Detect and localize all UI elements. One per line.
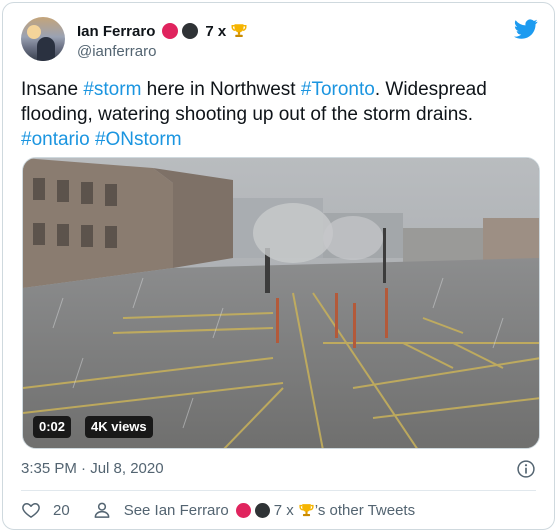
hashtag-toronto-link[interactable]: #Toronto [301,79,375,100]
avatar-person [37,37,55,61]
author-handle[interactable]: @ianferraro [77,43,156,60]
tweet-actions: 20 See Ian Ferraro 7 x ’s other Tweets [21,499,415,521]
tweet-text-segment: Insane [21,79,84,100]
like-count[interactable]: 20 [53,502,70,519]
video-player[interactable]: 0:02 4K views [22,157,540,449]
tweet-timestamp[interactable]: 3:35 PM · Jul 8, 2020 [21,460,164,477]
tweet-text-segment: here in Northwest [141,79,301,100]
twitter-bird-icon[interactable] [514,17,538,41]
trophy-icon [299,503,314,516]
hashtag-ontario-link[interactable]: #ontario [21,129,90,150]
person-icon [94,502,110,518]
avatar[interactable] [21,17,65,61]
hashtag-storm-link[interactable]: #storm [83,79,141,100]
embedded-tweet-card: Ian Ferraro 7 x @ianferraro Insane #stor… [2,2,555,530]
black-circle-icon [254,502,270,518]
see-other-tweets-prefix: See Ian Ferraro [123,501,229,519]
video-view-count: 4K views [85,416,153,438]
info-icon[interactable] [516,459,536,479]
red-circle-icon [162,23,179,39]
author-name-row[interactable]: Ian Ferraro 7 x [77,21,248,41]
author-display-name[interactable]: Ian Ferraro [77,23,155,40]
see-other-tweets-badge-text: 7 x [273,501,294,519]
hashtag-onstorm-link[interactable]: #ONstorm [95,129,182,150]
avatar-sunset [27,25,41,39]
see-other-tweets-suffix: ’s other Tweets [314,501,416,519]
red-circle-icon [235,502,251,518]
see-other-tweets-link[interactable]: See Ian Ferraro 7 x ’s other Tweets [124,502,415,519]
trophy-icon [231,24,247,37]
black-circle-icon [182,23,199,39]
divider [21,490,536,491]
author-badge-text: 7 x [205,22,227,40]
heart-icon[interactable] [21,500,41,520]
tweet-text: Insane #storm here in Northwest #Toronto… [21,77,541,152]
video-duration: 0:02 [33,416,72,438]
video-frame-storm-parking-lot [23,158,539,448]
